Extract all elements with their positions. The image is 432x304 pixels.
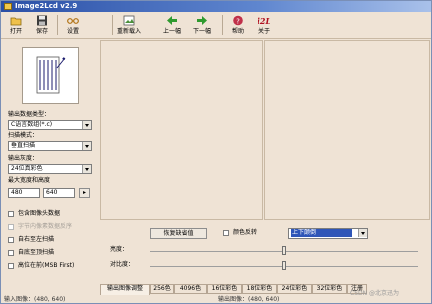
reload-label: 重新载入	[116, 28, 141, 35]
reload-button[interactable]: 重新载入	[114, 13, 144, 38]
scan-mode-label: 扫描模式：	[8, 132, 39, 139]
chevron-down-icon[interactable]	[358, 229, 367, 237]
msb-first-checkbox[interactable]	[8, 263, 14, 269]
gray-value: 24位真彩色	[11, 165, 43, 172]
open-folder-icon	[10, 17, 22, 26]
brightness-slider-thumb[interactable]	[282, 246, 286, 255]
tab-4096-color[interactable]: 4096色	[174, 284, 207, 294]
scan-direction-select[interactable]: 上下颠倒	[288, 228, 368, 239]
about-i2l-icon: i2L	[258, 16, 270, 26]
open-label: 打开	[9, 28, 22, 35]
contrast-label: 对比度：	[110, 261, 135, 268]
output-type-select[interactable]: C语言数组(*.c)	[8, 120, 92, 130]
scan-direction-value: 上下颠倒	[291, 229, 352, 237]
svg-text:?: ?	[236, 17, 240, 25]
previous-label: 上一幅	[162, 28, 181, 35]
chevron-down-icon[interactable]	[82, 142, 91, 150]
save-label: 保存	[35, 28, 48, 35]
invert-color-checkbox[interactable]	[223, 230, 229, 236]
brightness-label: 亮度：	[110, 246, 129, 253]
right-to-left-label: 自右至左扫描	[18, 236, 55, 243]
glasses-settings-icon	[67, 18, 79, 24]
toolbar-separator	[112, 15, 113, 35]
output-image-canvas[interactable]	[264, 40, 430, 220]
floppy-save-icon	[37, 15, 47, 26]
reverse-bits-label: 字节内像素数据反序	[18, 223, 73, 230]
about-logo-text: i2L	[258, 16, 270, 26]
invert-color-label: 颜色反转	[233, 229, 258, 236]
right-to-left-checkbox[interactable]	[8, 237, 14, 243]
help-label: 帮助	[231, 28, 244, 35]
next-button[interactable]: 下一幅	[188, 13, 216, 38]
help-icon: ?	[233, 15, 243, 26]
tab-16bit-color[interactable]: 16位彩色	[207, 284, 242, 294]
tab-18bit-color[interactable]: 18位彩色	[242, 284, 277, 294]
tab-24bit-color[interactable]: 24位彩色	[277, 284, 312, 294]
input-image-canvas[interactable]	[100, 40, 263, 220]
include-header-label: 包含图像头数据	[18, 210, 61, 217]
window-title: Image2Lcd v2.9	[15, 2, 78, 10]
apply-size-button[interactable]: ▸	[79, 188, 90, 198]
next-label: 下一幅	[192, 28, 211, 35]
status-input-size: 输入图像：(480, 640)	[4, 296, 66, 303]
app-icon	[4, 3, 12, 10]
title-bar[interactable]: Image2Lcd v2.9	[1, 1, 431, 12]
scan-mode-preview	[22, 47, 79, 104]
settings-button[interactable]: 设置	[60, 13, 86, 38]
scan-direction-diagram	[36, 56, 66, 94]
save-button[interactable]: 保存	[30, 13, 54, 38]
bottom-to-top-label: 自底至顶扫描	[18, 249, 55, 256]
output-type-label: 输出数据类型：	[8, 111, 51, 118]
scan-mode-value: 垂直扫描	[11, 142, 36, 149]
watermark-text: CSDN @北京迅为	[350, 290, 400, 297]
settings-label: 设置	[66, 28, 79, 35]
max-size-label: 最大宽度和高度	[8, 177, 51, 184]
help-button[interactable]: ? 帮助	[226, 13, 250, 38]
include-header-checkbox[interactable]	[8, 211, 14, 217]
arrow-left-icon	[167, 16, 177, 25]
about-label: 关于	[257, 28, 270, 35]
height-input[interactable]: 640	[43, 188, 75, 198]
reverse-bits-checkbox[interactable]	[8, 224, 14, 230]
chevron-down-icon[interactable]	[82, 121, 91, 129]
toolbar-separator	[222, 15, 223, 35]
reload-image-icon	[123, 15, 135, 26]
open-button[interactable]: 打开	[4, 13, 28, 38]
restore-defaults-button[interactable]: 恢复缺省值	[150, 228, 207, 239]
msb-first-label: 高位在前(MSB First)	[18, 262, 75, 269]
width-input[interactable]: 480	[8, 188, 40, 198]
gray-label: 输出灰度：	[8, 155, 39, 162]
arrow-right-icon	[197, 16, 207, 25]
tab-32bit-color[interactable]: 32位彩色	[312, 284, 347, 294]
chevron-down-icon[interactable]	[82, 165, 91, 173]
tab-256-color[interactable]: 256色	[150, 284, 174, 294]
about-button[interactable]: i2L 关于	[252, 13, 276, 38]
status-output-size: 输出图像：(480, 640)	[218, 296, 280, 303]
gray-select[interactable]: 24位真彩色	[8, 164, 92, 174]
contrast-slider-thumb[interactable]	[282, 261, 286, 270]
bottom-to-top-checkbox[interactable]	[8, 250, 14, 256]
scan-mode-select[interactable]: 垂直扫描	[8, 141, 92, 151]
toolbar-divider	[1, 38, 431, 39]
toolbar-separator	[57, 15, 58, 35]
previous-button[interactable]: 上一幅	[158, 13, 186, 38]
output-type-value: C语言数组(*.c)	[11, 121, 53, 128]
tab-output-adjust[interactable]: 输出图像调整	[100, 284, 150, 295]
